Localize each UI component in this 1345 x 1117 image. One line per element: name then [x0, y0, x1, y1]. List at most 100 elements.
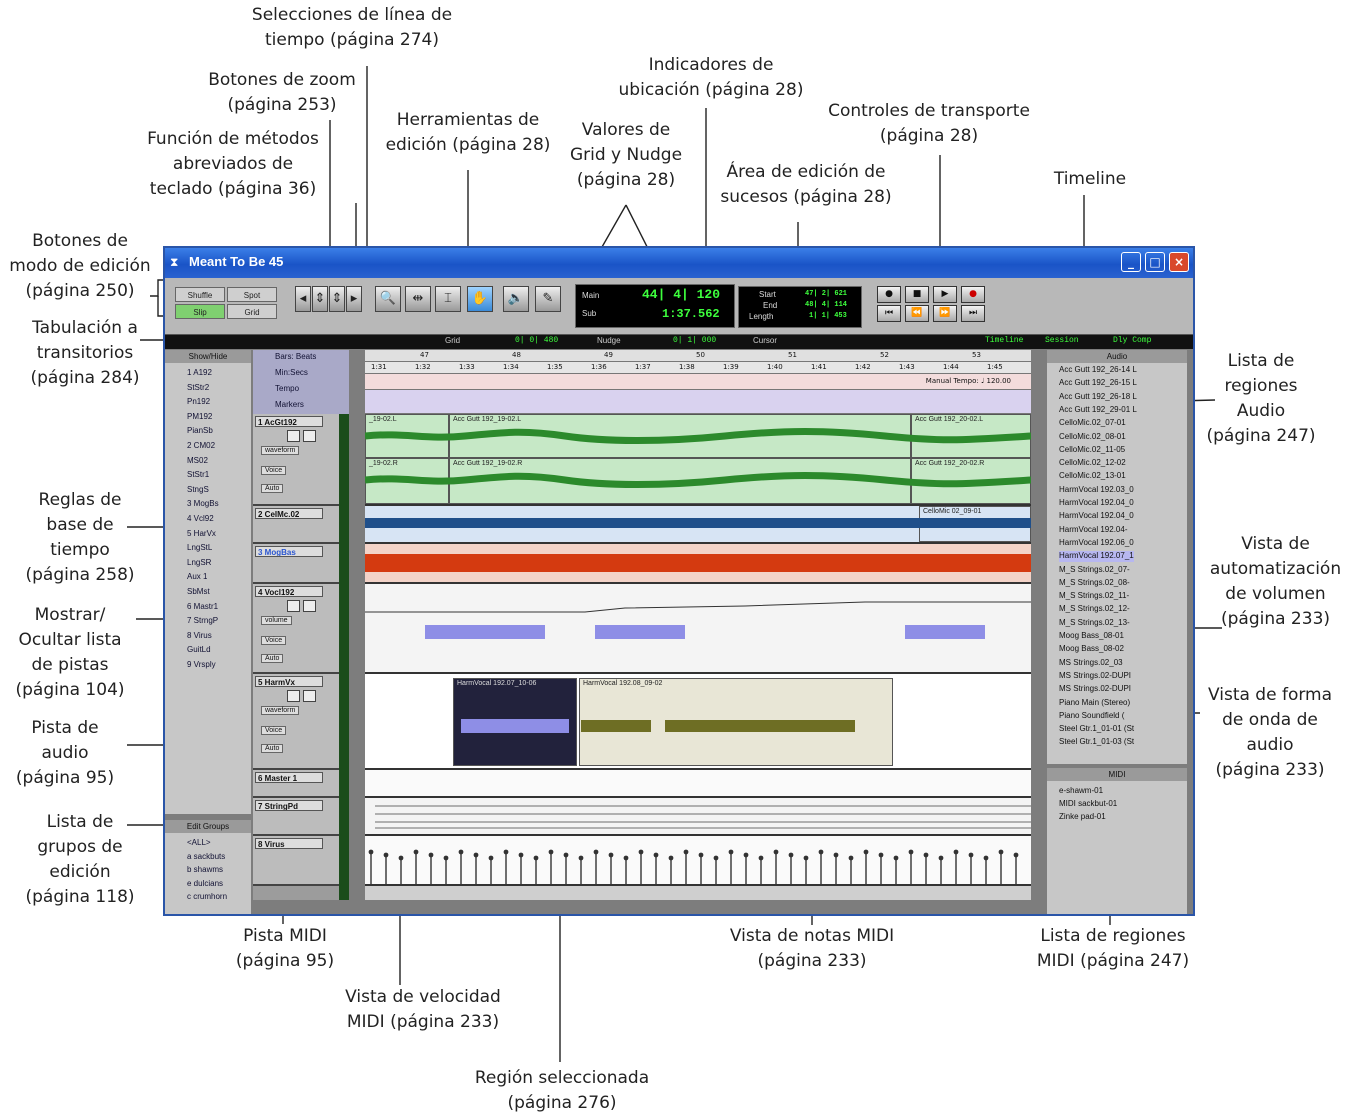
- mute-button[interactable]: [303, 600, 316, 612]
- show-hide-track-item[interactable]: 3 MogBs: [187, 497, 219, 510]
- midi-region-item[interactable]: e-shawm-01: [1059, 786, 1103, 797]
- ruler-name[interactable]: Min:Secs: [275, 366, 308, 379]
- title-bar[interactable]: ⧗ Meant To Be 45 _ □ ×: [165, 248, 1193, 278]
- event-edit-area[interactable]: Start End Length 47| 2| 621 48| 4| 114 1…: [738, 286, 862, 328]
- bars-beats-ruler[interactable]: 47 48 49 50 51 52 53: [365, 350, 1031, 362]
- pencil-tool-icon[interactable]: ✎: [535, 286, 561, 312]
- audio-region-item[interactable]: MS Strings.02_03: [1059, 658, 1123, 669]
- audio-region-item[interactable]: M_S Strings.02_13-: [1059, 618, 1130, 629]
- show-hide-track-item[interactable]: 2 CM02: [187, 439, 215, 452]
- track-auto-field[interactable]: Auto: [261, 654, 284, 663]
- maximize-button[interactable]: □: [1145, 252, 1165, 272]
- audio-region-item[interactable]: M_S Strings.02_12-: [1059, 604, 1130, 615]
- audio-region-item[interactable]: HarmVocal 192.03_0: [1059, 485, 1134, 496]
- audio-region-item[interactable]: MS Strings.02-DUPI: [1059, 671, 1131, 682]
- audio-region-item[interactable]: M_S Strings.02_07-: [1059, 565, 1130, 576]
- horizontal-scrollbar[interactable]: [365, 886, 1031, 900]
- track-auto-field[interactable]: Auto: [261, 744, 284, 753]
- track-header-t1[interactable]: 1 AcGt192 waveform Voice Auto: [253, 414, 349, 506]
- show-hide-header[interactable]: Show/Hide: [165, 350, 251, 363]
- edit-group-item[interactable]: b shawms: [187, 863, 223, 876]
- audio-region-item[interactable]: CelloMic.02_12-02: [1059, 458, 1126, 469]
- show-hide-track-item[interactable]: GuitLd: [187, 643, 211, 656]
- selector-tool-icon[interactable]: ⌶: [435, 286, 461, 312]
- ruler-name[interactable]: Bars: Beats: [275, 350, 316, 363]
- zoom-forward-icon[interactable]: ▸: [346, 286, 362, 312]
- tempo-ruler[interactable]: Manual Tempo: ♩ 120.00: [365, 374, 1031, 390]
- show-hide-track-item[interactable]: LngSR: [187, 556, 211, 569]
- audio-region-item[interactable]: M_S Strings.02_11-: [1059, 591, 1129, 602]
- audio-list-header[interactable]: Audio: [1047, 350, 1187, 363]
- track-name[interactable]: 5 HarmVx: [255, 676, 323, 687]
- tab-delay-comp[interactable]: Dly Comp: [1113, 336, 1151, 345]
- show-hide-track-item[interactable]: Aux 1: [187, 570, 207, 583]
- audio-region-item[interactable]: M_S Strings.02_08-: [1059, 578, 1130, 589]
- show-hide-track-item[interactable]: StngS: [187, 483, 209, 496]
- tab-timeline[interactable]: Timeline: [985, 336, 1023, 345]
- record-icon[interactable]: ●: [961, 286, 985, 303]
- audio-region-item[interactable]: Steel Gtr.1_01-01 (St: [1059, 724, 1134, 735]
- online-icon[interactable]: ●: [877, 286, 901, 303]
- show-hide-track-item[interactable]: StStr1: [187, 468, 209, 481]
- audio-region-item[interactable]: Acc Gutt 192_29-01 L: [1059, 405, 1137, 416]
- ruler-name[interactable]: Markers: [275, 398, 304, 411]
- track-view-field[interactable]: volume: [261, 616, 292, 625]
- fast-forward-icon[interactable]: ⏩: [933, 305, 957, 322]
- show-hide-track-item[interactable]: Pn192: [187, 395, 210, 408]
- audio-region-item[interactable]: HarmVocal 192.04_0: [1059, 511, 1134, 522]
- audio-region-item[interactable]: Steel Gtr.1_01-03 (St: [1059, 737, 1134, 748]
- edit-group-item[interactable]: e dulcians: [187, 877, 223, 890]
- track-name[interactable]: 6 Master 1: [255, 772, 323, 783]
- zoom-in-icon[interactable]: ⇕: [312, 286, 328, 312]
- mode-grid[interactable]: Grid: [227, 304, 277, 319]
- audio-region-item[interactable]: CelloMic.02_13-01: [1059, 471, 1126, 482]
- show-hide-track-item[interactable]: LngStL: [187, 541, 212, 554]
- track-name[interactable]: 1 AcGt192: [255, 416, 323, 427]
- track-header-t8[interactable]: 8 Virus: [253, 836, 349, 886]
- show-hide-track-item[interactable]: 4 Vcl92: [187, 512, 214, 525]
- scrubber-tool-icon[interactable]: 🔈: [503, 286, 529, 312]
- stop-icon[interactable]: ■: [905, 286, 929, 303]
- zoom-out-icon[interactable]: ◂: [295, 286, 311, 312]
- track-name[interactable]: 2 CelMc.02: [255, 508, 323, 519]
- audio-region-item[interactable]: HarmVocal 192.06_0: [1059, 538, 1134, 549]
- midi-region-item[interactable]: MIDI sackbut-01: [1059, 799, 1117, 810]
- audio-region-item[interactable]: Acc Gutt 192_26-14 L: [1059, 365, 1137, 376]
- midi-list-header[interactable]: MIDI: [1047, 768, 1187, 781]
- mode-spot[interactable]: Spot: [227, 287, 277, 302]
- mode-slip[interactable]: Slip: [175, 304, 225, 319]
- show-hide-track-item[interactable]: PM192: [187, 410, 212, 423]
- track-header-t2[interactable]: 2 CelMc.02: [253, 506, 349, 544]
- track-view-field[interactable]: waveform: [261, 446, 300, 455]
- close-button[interactable]: ×: [1169, 252, 1189, 272]
- track-voice-field[interactable]: Voice: [261, 726, 287, 735]
- show-hide-track-item[interactable]: 6 Mastr1: [187, 600, 218, 613]
- audio-region-item[interactable]: CelloMic.02_08-01: [1059, 432, 1126, 443]
- markers-ruler[interactable]: [365, 390, 1031, 414]
- show-hide-track-item[interactable]: 7 StrngP: [187, 614, 218, 627]
- mute-button[interactable]: [303, 690, 316, 702]
- audio-region-item[interactable]: Acc Gutt 192_26-18 L: [1059, 392, 1137, 403]
- zoomer-tool-icon[interactable]: 🔍: [375, 286, 401, 312]
- audio-region-item[interactable]: Piano Main (Stereo): [1059, 698, 1130, 709]
- location-counters[interactable]: Main Sub 44| 4| 120 1:37.562: [575, 284, 735, 328]
- track-voice-field[interactable]: Voice: [261, 466, 287, 475]
- midi-region-item[interactable]: Zinke pad-01: [1059, 812, 1106, 823]
- minimize-button[interactable]: _: [1121, 252, 1141, 272]
- edit-group-item[interactable]: <ALL>: [187, 836, 211, 849]
- go-to-end-icon[interactable]: ⏭: [961, 305, 985, 322]
- track-name[interactable]: 4 Vocl192: [255, 586, 323, 597]
- min-secs-ruler[interactable]: 1:31 1:32 1:33 1:34 1:35 1:36 1:37 1:38 1:39 1:40…: [365, 362, 1031, 374]
- edit-group-item[interactable]: a sackbuts: [187, 850, 225, 863]
- trimmer-tool-icon[interactable]: ⇹: [405, 286, 431, 312]
- show-hide-track-item[interactable]: PianSb: [187, 424, 213, 437]
- show-hide-track-item[interactable]: StStr2: [187, 381, 209, 394]
- track-name[interactable]: 7 StringPd: [255, 800, 323, 811]
- show-hide-track-item[interactable]: 8 Virus: [187, 629, 212, 642]
- track-header-t5[interactable]: 5 HarmVx waveform Voice Auto: [253, 674, 349, 770]
- track-header-t6[interactable]: 6 Master 1: [253, 770, 349, 798]
- tab-session[interactable]: Session: [1045, 336, 1079, 345]
- return-to-zero-icon[interactable]: ⏮: [877, 305, 901, 322]
- audio-region-item[interactable]: CelloMic.02_07-01: [1059, 418, 1126, 429]
- rewind-icon[interactable]: ⏪: [905, 305, 929, 322]
